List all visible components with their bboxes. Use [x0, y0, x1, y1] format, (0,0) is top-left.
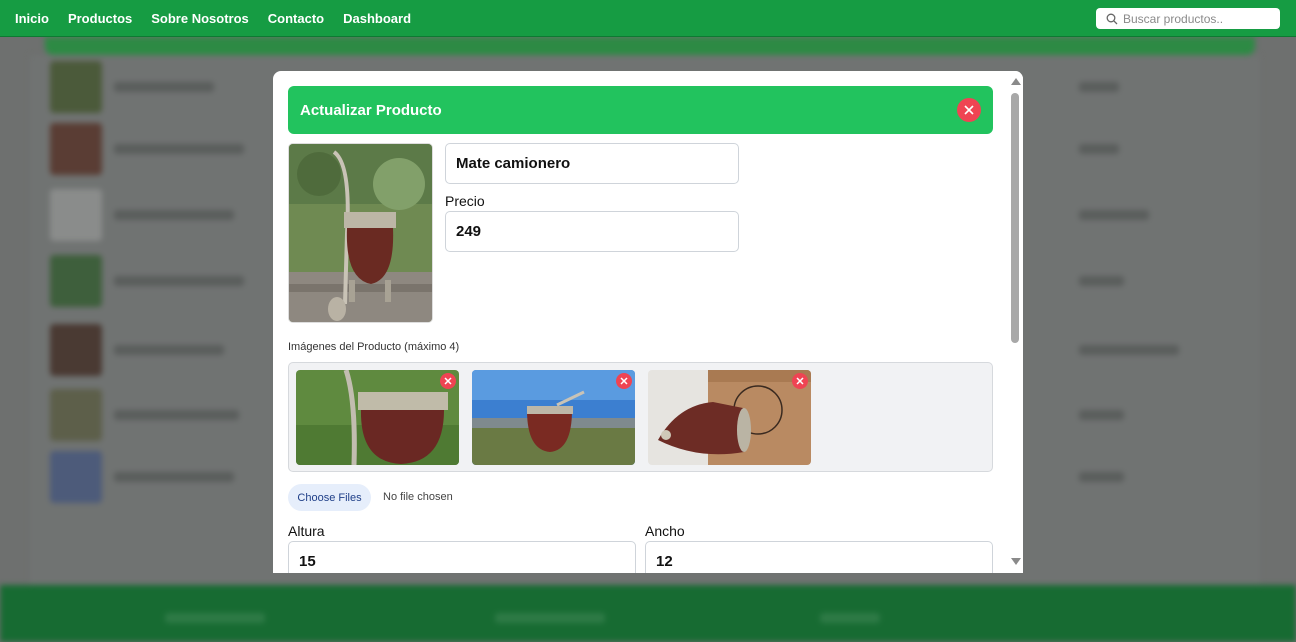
search-box[interactable]	[1096, 8, 1280, 29]
nav-link-inicio[interactable]: Inicio	[15, 11, 49, 26]
no-file-label: No file chosen	[383, 491, 453, 503]
background-banner	[45, 37, 1255, 55]
nav-link-productos[interactable]: Productos	[68, 11, 132, 26]
update-product-modal: Actualizar Producto Mate camionero Preci…	[273, 71, 1023, 573]
nav-links: Inicio Productos Sobre Nosotros Contacto…	[15, 11, 430, 26]
product-main-image	[288, 143, 433, 323]
remove-image-button[interactable]	[792, 373, 808, 389]
height-input[interactable]: 15	[288, 541, 636, 573]
product-image-thumb	[296, 370, 459, 465]
width-value: 12	[656, 553, 673, 570]
choose-files-button[interactable]: Choose Files	[288, 484, 371, 511]
scroll-down-arrow-icon[interactable]	[1011, 558, 1021, 565]
modal-scrollbar[interactable]	[1008, 71, 1023, 573]
top-navbar: Inicio Productos Sobre Nosotros Contacto…	[0, 0, 1296, 37]
scroll-up-arrow-icon[interactable]	[1011, 78, 1021, 85]
price-input[interactable]: 249	[445, 211, 739, 252]
images-container	[288, 362, 993, 472]
close-icon	[964, 105, 974, 115]
product-name-value: Mate camionero	[456, 155, 571, 172]
remove-image-button[interactable]	[616, 373, 632, 389]
product-image-thumb	[648, 370, 811, 465]
remove-image-button[interactable]	[440, 373, 456, 389]
close-icon	[444, 377, 452, 385]
modal-title: Actualizar Producto	[300, 101, 442, 119]
width-label: Ancho	[645, 523, 685, 539]
product-name-input[interactable]: Mate camionero	[445, 143, 739, 184]
height-value: 15	[299, 553, 316, 570]
height-label: Altura	[288, 523, 325, 539]
price-value: 249	[456, 223, 482, 240]
width-input[interactable]: 12	[645, 541, 993, 573]
images-label: Imágenes del Producto (máximo 4)	[288, 341, 460, 353]
close-button[interactable]	[957, 98, 981, 122]
price-label: Precio	[445, 193, 485, 209]
product-image-thumb	[472, 370, 635, 465]
nav-link-sobre-nosotros[interactable]: Sobre Nosotros	[151, 11, 249, 26]
close-icon	[796, 377, 804, 385]
close-icon	[620, 377, 628, 385]
search-input[interactable]	[1123, 11, 1273, 26]
scroll-thumb[interactable]	[1011, 93, 1019, 343]
nav-link-contacto[interactable]: Contacto	[268, 11, 324, 26]
background-footer	[0, 585, 1296, 642]
nav-link-dashboard[interactable]: Dashboard	[343, 11, 411, 26]
modal-header: Actualizar Producto	[288, 86, 993, 134]
search-icon	[1106, 13, 1118, 24]
